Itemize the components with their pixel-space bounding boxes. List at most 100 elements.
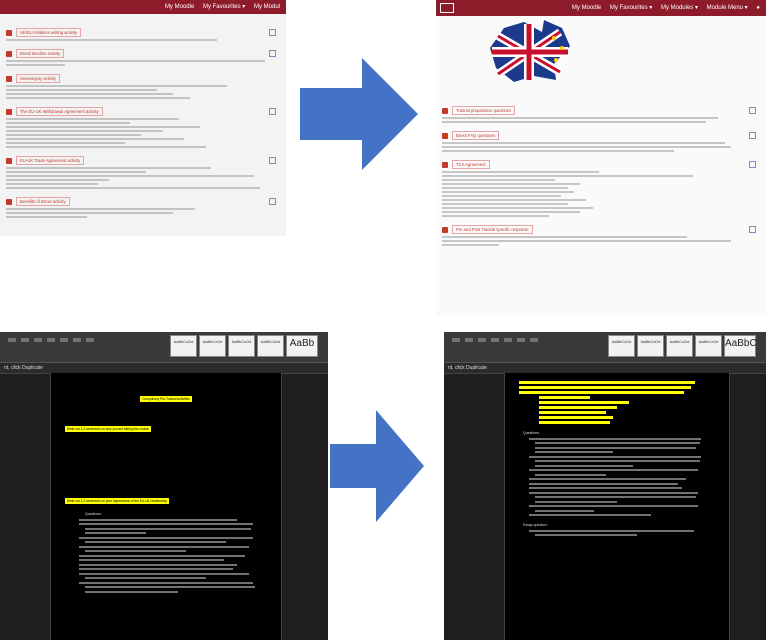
style-title[interactable]: AaBbC	[724, 335, 757, 357]
text-line	[529, 491, 698, 494]
activity-item[interactable]: UK/EU relations writing activity	[6, 28, 276, 37]
activity-item[interactable]: Benefits of Brexit activity	[6, 197, 276, 206]
text-line	[529, 514, 651, 516]
style-heading-1[interactable]: AaBbCcDd	[170, 335, 197, 357]
style-heading-2[interactable]: AaBbCcDd	[637, 335, 664, 357]
completion-checkbox-icon[interactable]	[749, 226, 756, 233]
assignment-icon	[6, 50, 12, 57]
activity-link[interactable]: Benefits of Brexit activity	[16, 197, 70, 206]
text-line	[535, 473, 606, 476]
completion-checkbox-icon[interactable]	[749, 161, 756, 168]
activity-description	[6, 179, 109, 181]
completion-checkbox-icon[interactable]	[269, 157, 276, 164]
completion-checkbox-icon[interactable]	[269, 29, 276, 36]
activity-link[interactable]: Sovereignty activity	[16, 74, 61, 83]
assignment-icon	[6, 157, 12, 164]
activity-description	[6, 118, 179, 120]
activity-description	[442, 207, 593, 209]
pilcrow-icon[interactable]	[530, 338, 538, 342]
activity-item[interactable]: Sovereignty activity	[6, 74, 276, 83]
completion-checkbox-icon[interactable]	[269, 108, 276, 115]
activity-description	[6, 175, 255, 177]
activity-description	[442, 203, 568, 205]
word-document-before: AaBbCcDd AaBbCcDd AaBbCcDd AaBbCcDd AaBb…	[0, 332, 328, 640]
activity-item[interactable]: EU-UK Trade Agreement activity	[6, 156, 276, 165]
style-title[interactable]: AaBb	[286, 335, 318, 357]
style-heading-1[interactable]: AaBbCcDd	[608, 335, 635, 357]
activity-description	[6, 39, 217, 41]
text-line	[535, 500, 618, 503]
completion-checkbox-icon[interactable]	[269, 198, 276, 205]
activity-link[interactable]: UK/EU relations writing activity	[16, 28, 82, 37]
sort-icon[interactable]	[73, 338, 81, 342]
activity-description	[442, 179, 556, 181]
indent-icon[interactable]	[491, 338, 499, 342]
activity-description	[6, 142, 125, 144]
moodle-screenshot-before: My Moodle My Favourites ▾ My Modul UK/EU…	[0, 0, 286, 236]
style-no-spacing[interactable]: AaBbCcDd	[228, 335, 255, 357]
activity-item[interactable]: Brexit timeline activity	[6, 49, 276, 58]
nav-item-module-menu[interactable]: Module Menu ▾	[707, 5, 748, 11]
font-color-icon[interactable]	[452, 338, 460, 342]
activity-item[interactable]: TCA Agreement	[442, 160, 756, 169]
style-no-spacing[interactable]: AaBbCcDd	[666, 335, 693, 357]
activity-description	[6, 208, 195, 210]
activity-link[interactable]: Pre and Post Tutorial specific response	[452, 225, 533, 234]
activity-item[interactable]: Tutorial preparation questions	[442, 106, 756, 115]
nav-item-my-modules[interactable]: My Modul	[254, 4, 280, 10]
nav-item-my-moodle[interactable]: My Moodle	[572, 5, 601, 11]
style-heading-2[interactable]: AaBbCcDd	[199, 335, 226, 357]
nav-item-my-modules[interactable]: My Modules ▾	[661, 5, 698, 11]
completion-checkbox-icon[interactable]	[749, 107, 756, 114]
style-heading-3[interactable]: AaBbCcDd	[695, 335, 722, 357]
heading-highlighted: Compulsory Pre-Tutorial activities	[140, 396, 192, 402]
bullets-icon[interactable]	[60, 338, 68, 342]
highlighted-text	[519, 381, 696, 384]
word-document-after: AaBbCcDd AaBbCcDd AaBbCcDd AaBbCcDd AaBb…	[444, 332, 766, 640]
notification-icon[interactable]: ●	[756, 5, 760, 11]
activity-link[interactable]: TCA Agreement	[452, 160, 490, 169]
nav-item-my-favourites[interactable]: My Favourites ▾	[203, 4, 245, 10]
text-line	[529, 469, 698, 471]
highlighted-text	[539, 406, 618, 409]
style-gallery: AaBbCcDd AaBbCcDd AaBbCcDd AaBbCcDd AaBb…	[608, 335, 757, 357]
document-page[interactable]: Compulsory Pre-Tutorial activities Write…	[50, 373, 282, 640]
activity-link[interactable]: The EU-UK Withdrawal Agreement activity	[16, 107, 103, 116]
activity-link[interactable]: Tutorial preparation questions	[452, 106, 516, 115]
activity-description	[442, 240, 731, 242]
activity-description	[6, 60, 266, 62]
align-icon[interactable]	[34, 338, 42, 342]
text-line	[535, 464, 633, 467]
essay-question-label: Essay question:	[523, 523, 548, 527]
activity-item[interactable]: Brexit FAQ questions	[442, 131, 756, 140]
indent-icon[interactable]	[47, 338, 55, 342]
completion-checkbox-icon[interactable]	[749, 132, 756, 139]
pilcrow-icon[interactable]	[86, 338, 94, 342]
activity-link[interactable]: Brexit FAQ questions	[452, 131, 500, 140]
assignment-icon	[6, 198, 12, 205]
sort-icon[interactable]	[517, 338, 525, 342]
activity-link[interactable]: EU-UK Trade Agreement activity	[16, 156, 85, 165]
highlight-icon[interactable]	[21, 338, 29, 342]
style-heading-3[interactable]: AaBbCcDd	[257, 335, 284, 357]
activity-item[interactable]: The EU-UK Withdrawal Agreement activity	[6, 107, 276, 116]
highlighted-text	[539, 416, 614, 419]
highlight-icon[interactable]	[465, 338, 473, 342]
text-line	[79, 523, 253, 525]
text-line	[529, 437, 702, 440]
text-line	[535, 534, 637, 536]
text-line	[85, 541, 227, 543]
formatting-toolbar	[452, 338, 538, 342]
text-line	[85, 586, 255, 588]
bullets-icon[interactable]	[504, 338, 512, 342]
activity-description	[6, 122, 131, 124]
document-page[interactable]: Questions: Essay question:	[504, 373, 730, 640]
moodle-logo-icon[interactable]	[440, 3, 454, 13]
align-icon[interactable]	[478, 338, 486, 342]
activity-link[interactable]: Brexit timeline activity	[16, 49, 65, 58]
nav-item-my-moodle[interactable]: My Moodle	[165, 4, 194, 10]
activity-item[interactable]: Pre and Post Tutorial specific response	[442, 225, 756, 234]
completion-checkbox-icon[interactable]	[269, 50, 276, 57]
nav-item-my-favourites[interactable]: My Favourites ▾	[610, 5, 652, 11]
font-color-icon[interactable]	[8, 338, 16, 342]
